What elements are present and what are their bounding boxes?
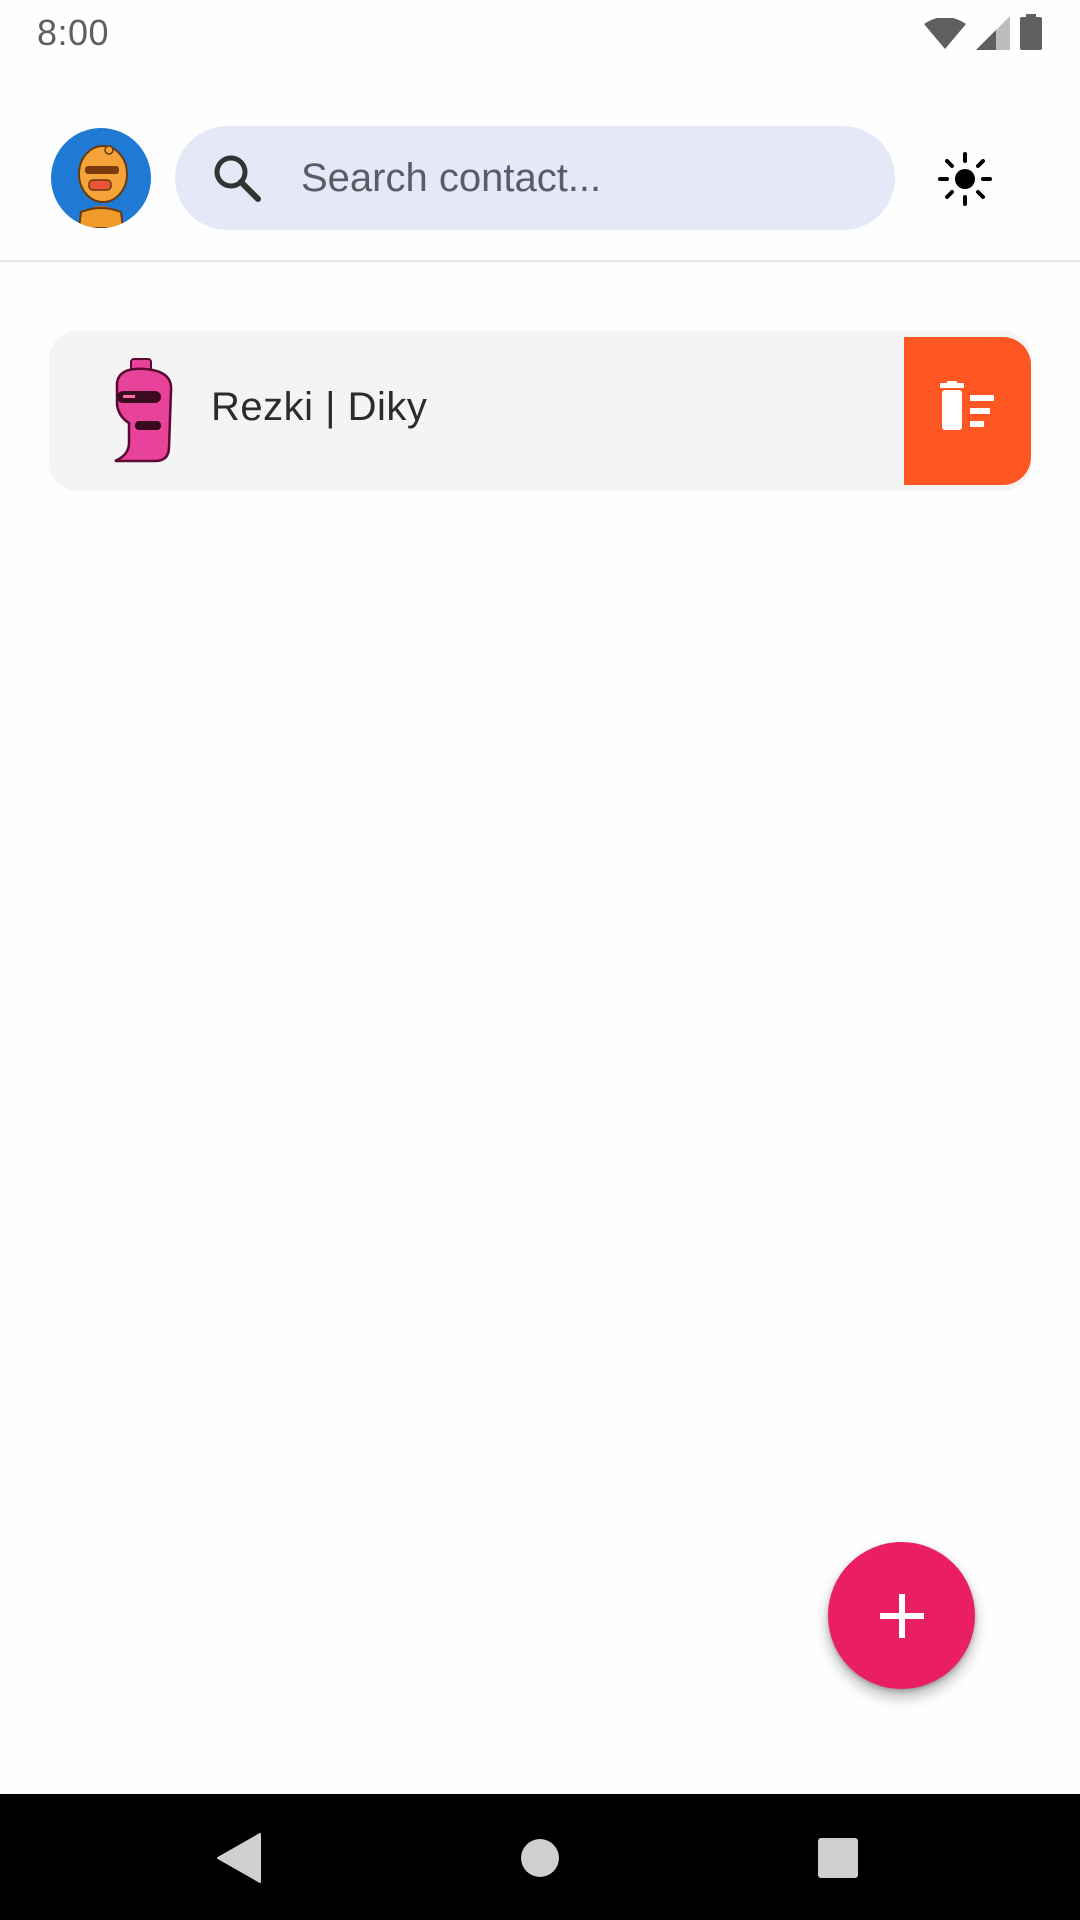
- status-icons: [924, 14, 1042, 50]
- search-bar[interactable]: [175, 126, 895, 230]
- contact-name: Rezki | Diky: [211, 385, 428, 429]
- orange-monster-avatar-icon: [77, 145, 128, 228]
- contact-item[interactable]: Rezki | Diky: [49, 331, 1031, 491]
- plus-icon: [880, 1594, 924, 1638]
- add-contact-button[interactable]: [828, 1542, 975, 1689]
- sun-icon[interactable]: [938, 152, 992, 206]
- recents-icon[interactable]: [808, 1828, 868, 1888]
- delete-sweep-icon: [940, 381, 994, 430]
- search-icon: [214, 155, 261, 202]
- search-input[interactable]: [301, 126, 861, 230]
- delete-contact-button[interactable]: [904, 337, 1031, 485]
- cellular-signal-icon: [976, 16, 1010, 50]
- battery-icon: [1020, 14, 1042, 50]
- wifi-icon: [924, 18, 966, 49]
- app-header: [0, 100, 1080, 262]
- pink-monster-avatar-icon: [114, 358, 173, 463]
- back-icon[interactable]: [210, 1828, 270, 1888]
- status-bar: 8:00: [0, 0, 1080, 64]
- system-nav-bar: [0, 1794, 1080, 1920]
- contacts-screen: 8:00 Search contact... Rezki | Diky: [0, 0, 1080, 1920]
- profile-avatar[interactable]: [51, 128, 151, 228]
- home-icon[interactable]: [510, 1828, 570, 1888]
- status-time: 8:00: [37, 12, 110, 53]
